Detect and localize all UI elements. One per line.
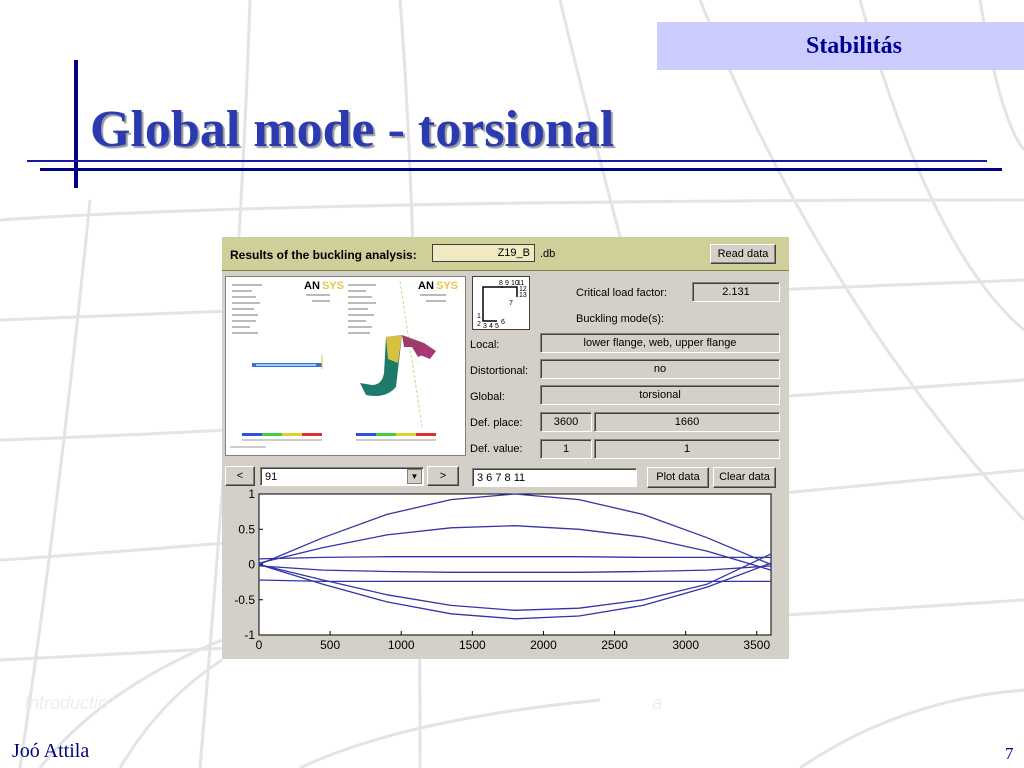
dropdown-arrow-icon[interactable]: ▼ [407,469,422,484]
y-tick-label: 0.5 [238,522,255,536]
def-place-field-2: 1660 [594,412,780,432]
svg-text:8: 8 [499,280,503,287]
x-tick-label: 2500 [601,638,628,652]
ansys-plots-graphic: AN SYS AN SYS [230,280,458,448]
svg-text:5: 5 [495,323,499,329]
x-tick-label: 500 [320,638,340,652]
svg-text:SYS: SYS [436,280,458,292]
results-header-bar: Results of the buckling analysis: Z19_B … [222,237,789,271]
critical-load-field: 2.131 [692,282,780,302]
def-value-field-2: 1 [594,439,780,459]
local-label: Local: [470,339,500,351]
footer-faded-left: Introductio [24,693,109,713]
x-tick-label: 1500 [459,638,486,652]
svg-text:4: 4 [489,323,493,329]
z-section-icon: 8 9 10 11 12 13 7 1 2 3 4 5 6 [477,280,527,330]
x-tick-label: 3000 [672,638,699,652]
file-extension: .db [540,248,556,260]
next-mode-button[interactable]: > [427,466,459,486]
results-label: Results of the buckling analysis: [230,248,417,262]
slide-title: Global mode - torsional [90,101,615,158]
mode-select[interactable]: 91 ▼ [260,467,424,486]
mode-select-value: 91 [265,471,278,483]
y-tick-label: 1 [248,489,255,501]
x-tick-label: 2000 [530,638,557,652]
svg-text:9: 9 [505,280,509,287]
svg-text:AN: AN [418,280,434,292]
x-tick-label: 3500 [743,638,770,652]
read-data-button[interactable]: Read data [710,244,776,264]
previous-mode-button[interactable]: < [225,466,255,486]
svg-text:SYS: SYS [322,280,344,292]
svg-text:2: 2 [477,321,481,328]
author-name: Joó Attila [12,740,90,762]
page-number: 7 [1005,744,1014,763]
clear-data-button[interactable]: Clear data [713,467,776,488]
ansys-preview-image: AN SYS AN SYS [225,276,466,456]
node-list-input[interactable]: 3 6 7 8 11 [472,468,637,487]
buckling-modes-label: Buckling mode(s): [576,313,665,325]
title-rule-thin [27,160,987,162]
footer-faded-right: a [652,693,663,713]
svg-text:3: 3 [483,323,487,329]
def-value-field-1: 1 [540,439,592,459]
cross-section-thumbnail: 8 9 10 11 12 13 7 1 2 3 4 5 6 [472,276,530,330]
svg-text:6: 6 [501,319,505,326]
svg-text:AN: AN [304,280,320,292]
distortional-mode-field: no [540,359,780,379]
distortional-label: Distortional: [470,365,529,377]
svg-text:1: 1 [477,313,481,320]
plot-data-button[interactable]: Plot data [647,467,709,488]
def-value-label: Def. value: [470,443,523,455]
def-place-label: Def. place: [470,417,523,429]
def-place-field-1: 3600 [540,412,592,432]
global-mode-field: torsional [540,385,780,405]
global-label: Global: [470,391,505,403]
title-rule-thick [40,168,1002,171]
plot-axes-box [258,493,772,636]
svg-text:13: 13 [519,292,527,299]
critical-load-label: Critical load factor: [576,287,668,299]
svg-text:7: 7 [509,300,513,307]
y-tick-label: 0 [248,558,255,572]
local-mode-field: lower flange, web, upper flange [540,333,780,353]
y-tick-label: -1 [244,628,255,642]
badge-text: Stabilitás [805,33,902,59]
section-badge: Stabilitás [657,22,1024,70]
deformation-plot: 0 500 1000 1500 2000 2500 3000 3500 1 0.5 0 -0.5 -1 [234,489,772,652]
x-tick-label: 1000 [388,638,415,652]
y-tick-label: -0.5 [234,593,255,607]
filename-input[interactable]: Z19_B [432,244,535,262]
x-tick-label: 0 [256,638,263,652]
buckling-app-window: Results of the buckling analysis: Z19_B … [222,237,789,659]
